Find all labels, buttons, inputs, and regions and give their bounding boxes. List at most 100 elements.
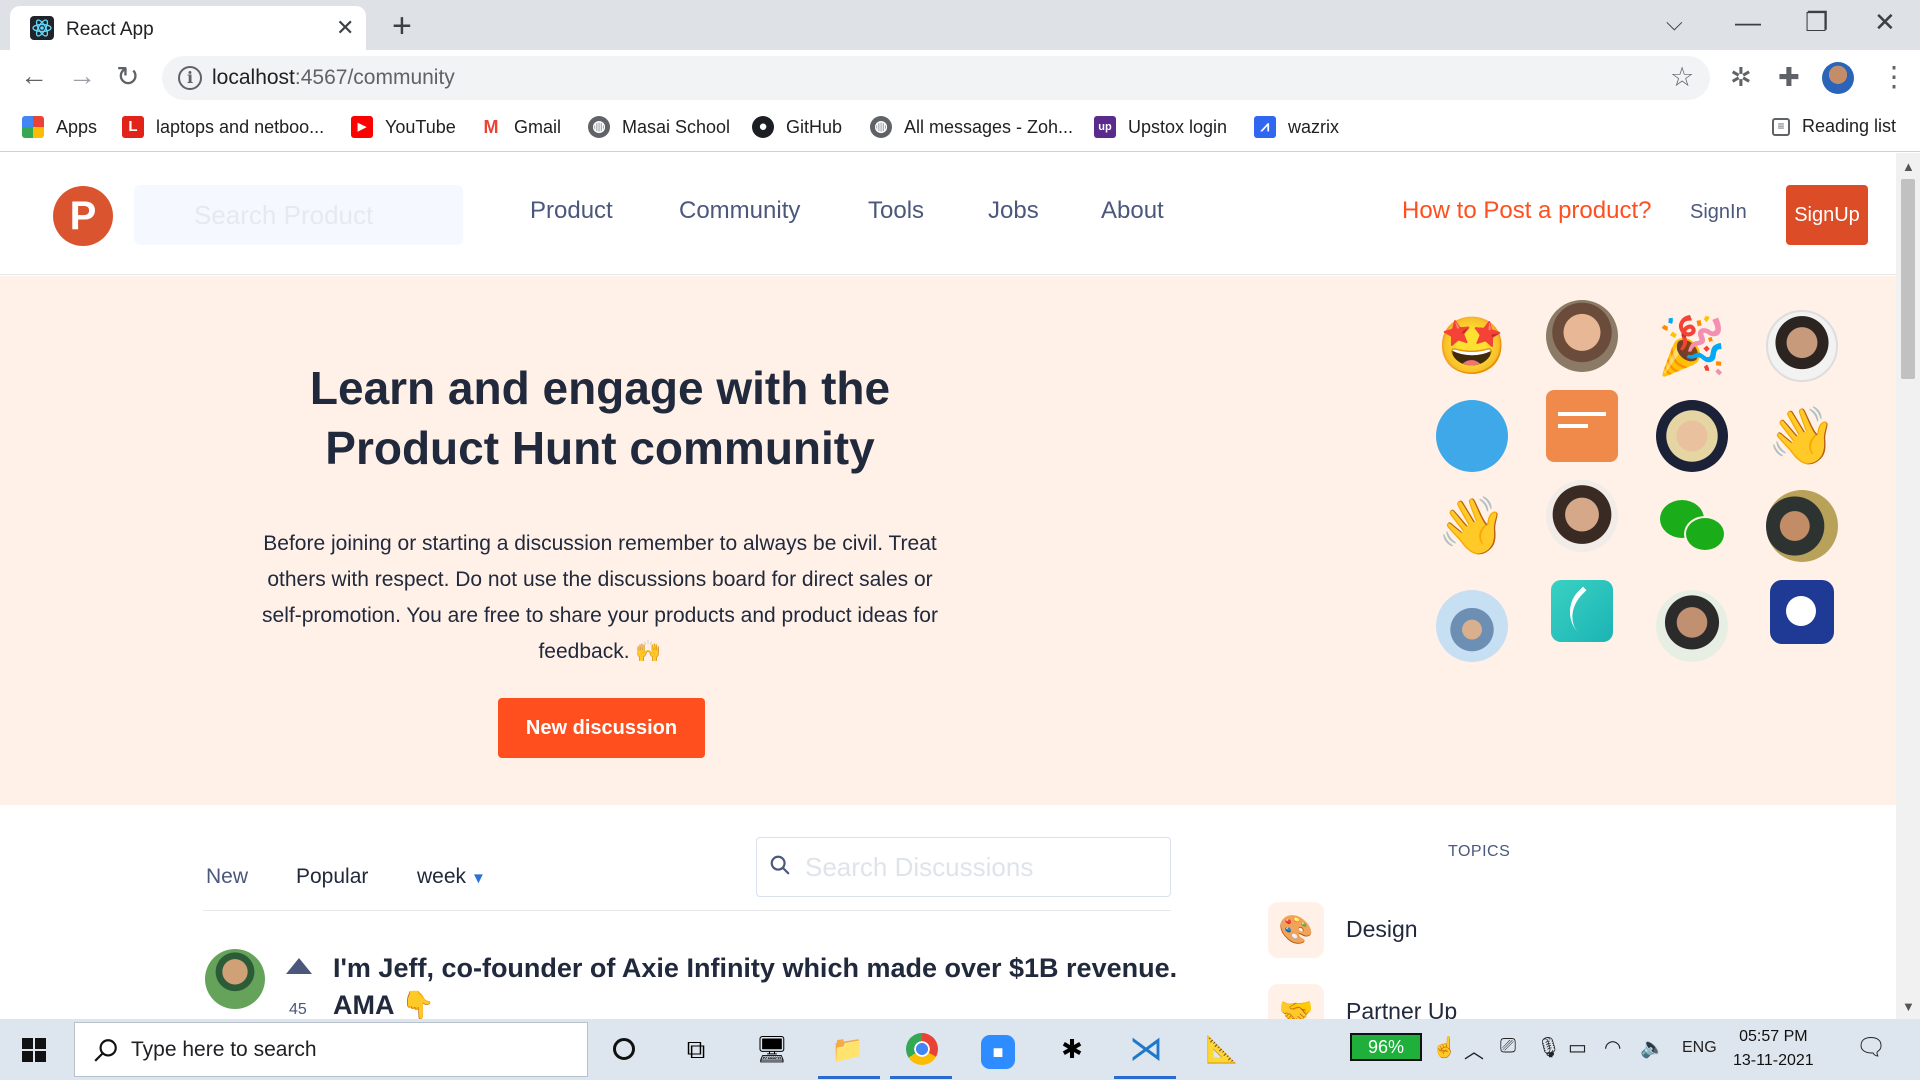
tab-title: React App [66,19,154,40]
member-avatar [1546,300,1618,372]
member-avatar [1766,310,1838,382]
nav-jobs[interactable]: Jobs [988,197,1039,225]
chevron-up-icon[interactable]: ︿ [1464,1035,1484,1064]
scroll-down-icon[interactable]: ▼ [1902,999,1915,1014]
bookmark-wazrix[interactable]: ⩘ wazrix [1254,116,1339,138]
topic-item-partner-up[interactable]: 🤝 Partner Up [1268,984,1668,1019]
discussion-title[interactable]: I'm Jeff, co-founder of Axie Infinity wh… [333,950,1193,1019]
wifi-icon[interactable]: ◠ [1604,1035,1621,1060]
browser-menu-icon[interactable]: ⋮ [1880,60,1908,93]
signup-button[interactable]: SignUp [1786,185,1868,245]
upvote-arrow-icon[interactable] [286,958,312,974]
bookmark-youtube[interactable]: ▶ YouTube [351,116,456,138]
bookmark-laptops[interactable]: L laptops and netboo... [122,116,324,138]
close-tab-icon[interactable]: ✕ [336,15,354,41]
nav-about[interactable]: About [1101,197,1164,225]
microphone-icon[interactable]: 🎙 [1536,1035,1561,1060]
bookmark-star-icon[interactable]: ☆ [1670,62,1694,93]
taskbar-search-placeholder: Type here to search [131,1038,317,1061]
period-dropdown[interactable]: week ▼ [417,865,486,889]
how-to-post-link[interactable]: How to Post a product? [1402,197,1651,225]
tab-search-chevron-icon[interactable]: ⌵ [1666,10,1683,36]
product-hunt-logo[interactable]: P [53,186,113,246]
bookmark-upstox[interactable]: up Upstox login [1094,116,1227,138]
vscode-icon[interactable]: ⋊ [1126,1029,1166,1069]
zoom-icon[interactable]: ■ [978,1029,1018,1069]
cortana-icon[interactable] [604,1029,644,1069]
tab-popular[interactable]: Popular [296,865,368,889]
scroll-up-icon[interactable]: ▲ [1902,159,1915,174]
bookmark-label: YouTube [385,116,456,137]
meet-now-icon[interactable]: ⎚ [1500,1035,1516,1058]
back-icon[interactable]: ← [20,60,48,92]
nav-product[interactable]: Product [530,197,613,225]
wazirx-icon: ⩘ [1254,116,1276,138]
notepad-icon[interactable]: 📐 [1202,1029,1242,1069]
bookmarks-bar: Apps L laptops and netboo... ▶ YouTube M… [0,108,1920,152]
extensions-puzzle-icon[interactable]: ✚ [1778,62,1800,93]
bookmark-github[interactable]: ● GitHub [752,116,842,138]
restore-icon[interactable]: ❐ [1805,7,1828,38]
scrollbar-thumb[interactable] [1901,179,1915,379]
discussion-search[interactable] [756,837,1171,897]
star-struck-emoji-icon: 🤩 [1437,314,1507,377]
taskbar-search-box[interactable]: Type here to search [74,1022,588,1077]
bookmark-zoho[interactable]: ◍ All messages - Zoh... [870,116,1073,138]
nav-community[interactable]: Community [679,197,800,225]
minimize-icon[interactable]: — [1735,7,1761,38]
globe-icon: ◍ [870,116,892,138]
url-text[interactable]: localhost:4567/community [212,66,455,90]
bookmark-apps[interactable]: Apps [22,116,97,138]
language-indicator[interactable]: ENG [1682,1039,1717,1057]
forward-icon[interactable]: → [68,60,96,92]
volume-icon[interactable]: 🔈 [1640,1035,1665,1060]
active-app-indicator [1114,1076,1176,1079]
new-tab-icon[interactable]: + [392,7,412,46]
bookmark-gmail[interactable]: M Gmail [480,116,562,138]
address-bar[interactable]: i localhost:4567/community ☆ [162,56,1710,100]
chrome-icon[interactable] [902,1029,942,1069]
profile-avatar[interactable] [1822,62,1854,94]
site-info-icon[interactable]: i [178,66,202,90]
youtube-icon: ▶ [351,116,373,138]
notification-center-icon[interactable]: 🗨 [1856,1033,1886,1062]
page-scrollbar[interactable]: ▲ ▼ [1896,153,1920,1019]
nav-tools[interactable]: Tools [868,197,924,225]
signin-link[interactable]: SignIn [1690,201,1747,224]
hero-description: Before joining or starting a discussion … [262,532,938,663]
url-host: localhost [212,66,295,89]
page-viewport: P Product Community Tools Jobs About How… [0,153,1896,1019]
power-icon[interactable]: ▭ [1568,1035,1587,1060]
lenovo-icon: L [122,116,144,138]
bug-extension-icon[interactable]: ✲ [1730,62,1752,93]
url-path: :4567/community [294,66,455,89]
member-avatar [1546,480,1618,552]
touch-icon[interactable]: ☝ [1432,1035,1457,1060]
task-view-icon[interactable]: ⧉ [676,1029,716,1069]
close-window-icon[interactable]: ✕ [1874,7,1896,38]
windows-start-icon[interactable] [22,1038,46,1062]
tab-new[interactable]: New [206,865,248,889]
discussion-search-input[interactable] [805,846,1155,888]
product-search-input[interactable] [134,185,463,245]
browser-tab-active[interactable]: React App ✕ [10,6,366,50]
battery-indicator[interactable]: 96% [1350,1033,1422,1061]
topic-label: Design [1346,916,1418,942]
reading-list-icon: ≡ [1772,117,1790,136]
vote-count: 45 [289,1001,307,1018]
reload-icon[interactable]: ↻ [116,60,139,93]
slack-icon[interactable]: ✱ [1052,1029,1092,1069]
bookmark-label: Apps [56,116,98,137]
file-explorer-icon[interactable]: 📁 [828,1029,868,1069]
avatar[interactable] [205,949,265,1009]
this-pc-icon[interactable]: 🖥 [752,1029,792,1069]
apps-grid-icon [22,116,44,138]
waving-hand-icon: 👋 [1437,494,1507,557]
clock-time: 05:57 PM [1739,1028,1808,1045]
hero-title: Learn and engage with the Product Hunt c… [309,362,891,474]
topic-item-design[interactable]: 🎨 Design [1268,902,1668,958]
system-clock[interactable]: 05:57 PM 13-11-2021 [1733,1025,1814,1073]
reading-list[interactable]: ≡ Reading list [1772,116,1896,137]
new-discussion-button[interactable]: New discussion [498,698,705,758]
bookmark-masai[interactable]: ◍ Masai School [588,116,730,138]
